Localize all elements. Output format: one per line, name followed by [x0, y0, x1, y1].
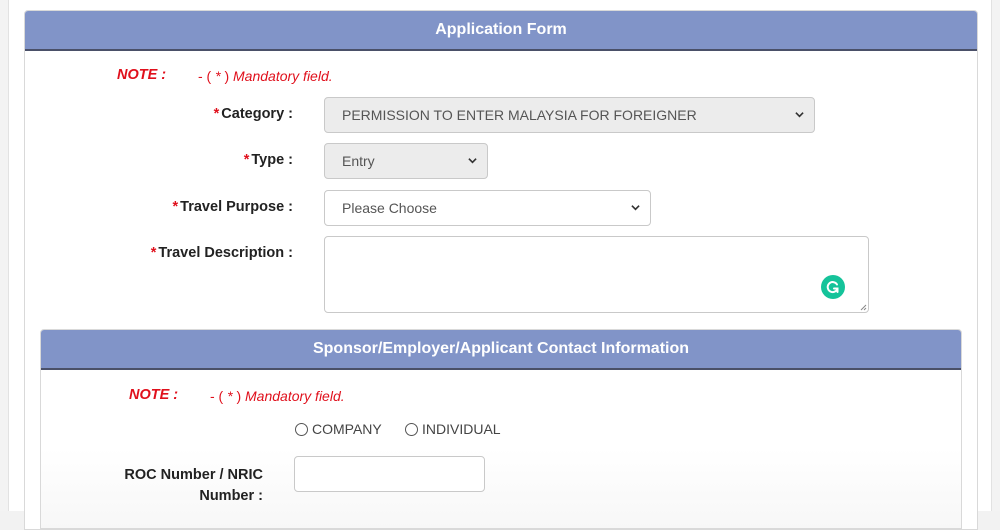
travel-purpose-label: * Travel Purpose : [172, 199, 293, 215]
travel-description-textarea[interactable] [324, 236, 869, 313]
chevron-down-icon [468, 158, 477, 164]
roc-number-input[interactable] [294, 456, 485, 492]
mandatory-note: - ( * ) Mandatory field. [210, 388, 345, 404]
category-label: * Category : [213, 106, 293, 122]
radio-button[interactable] [405, 422, 418, 436]
grammarly-g-icon [826, 281, 839, 293]
chevron-down-icon [631, 205, 640, 211]
type-select[interactable]: Entry [324, 143, 488, 179]
category-select[interactable]: PERMISSION TO ENTER MALAYSIA FOR FOREIGN… [324, 97, 815, 133]
radio-individual[interactable]: INDIVIDUAL [405, 421, 501, 437]
travel-purpose-select[interactable]: Please Choose [324, 190, 651, 226]
type-label: * Type : [243, 152, 293, 168]
grammarly-icon[interactable] [821, 275, 845, 299]
application-form-header: Application Form [25, 11, 977, 51]
radio-company[interactable]: COMPANY [295, 421, 382, 437]
note-label: NOTE : [129, 387, 179, 403]
application-form-title: Application Form [435, 21, 567, 38]
contact-info-header: Sponsor/Employer/Applicant Contact Infor… [41, 330, 961, 370]
resize-handle-icon[interactable] [859, 303, 867, 311]
mandatory-note: - ( * ) Mandatory field. [198, 68, 333, 84]
chevron-down-icon [795, 112, 804, 118]
roc-number-label: ROC Number / NRIC Number : [124, 467, 263, 504]
note-label: NOTE : [117, 67, 167, 83]
radio-button[interactable] [295, 422, 308, 436]
travel-description-label: * Travel Description : [150, 245, 293, 261]
contact-info-title: Sponsor/Employer/Applicant Contact Infor… [312, 340, 690, 357]
